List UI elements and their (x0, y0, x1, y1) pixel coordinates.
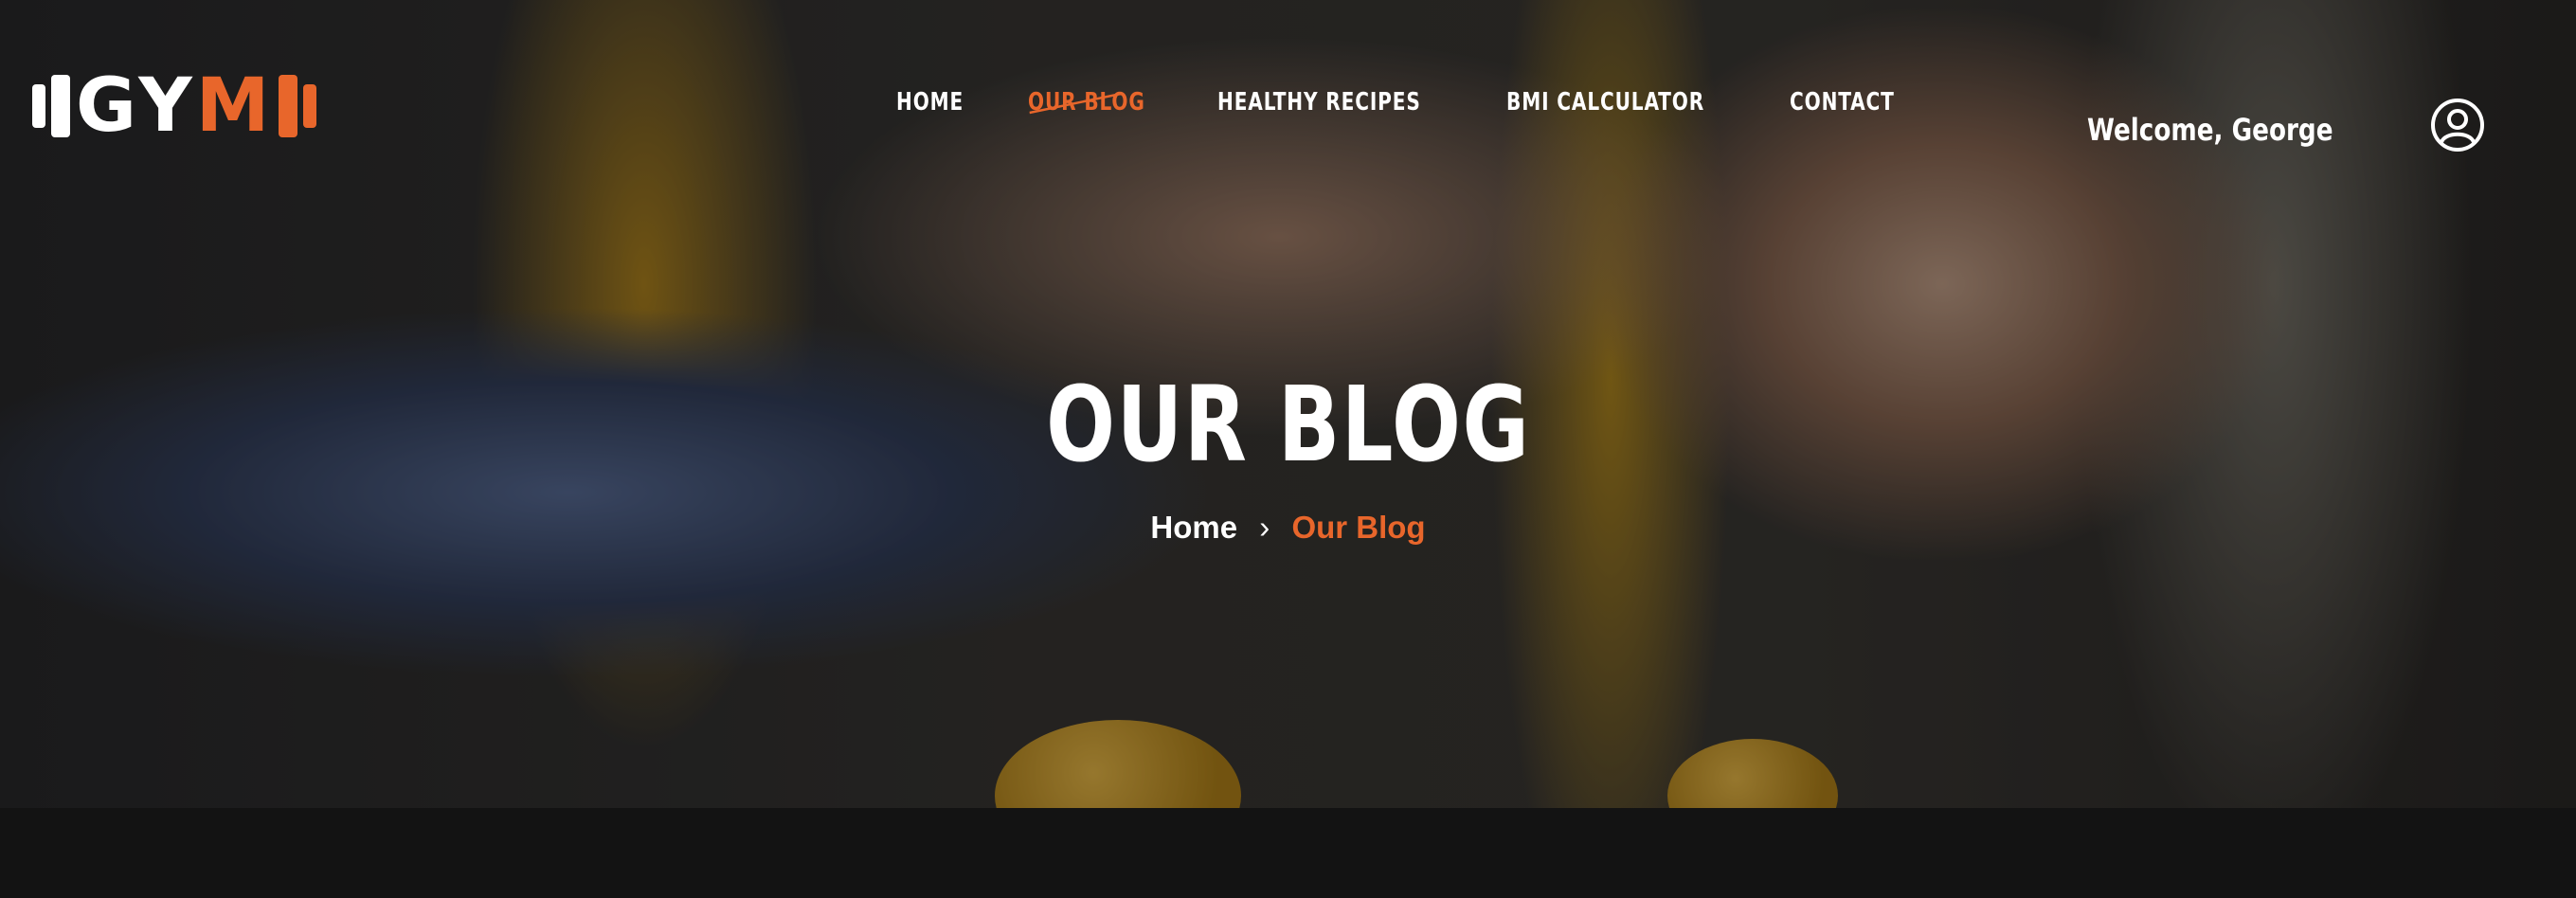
page-title: OUR BLOG (0, 368, 2576, 481)
logo-text: GYM (76, 63, 274, 149)
breadcrumb-home[interactable]: Home (1150, 510, 1237, 545)
main-nav: HOME OUR BLOG HEALTHY RECIPES BMI CALCUL… (896, 88, 1912, 117)
dumbbell-plate-icon (32, 84, 45, 128)
breadcrumb-current: Our Blog (1291, 510, 1426, 545)
welcome-text: Welcome, George (2087, 112, 2333, 148)
chevron-right-icon: › (1259, 510, 1270, 545)
dumbbell-plate-icon (51, 75, 70, 137)
breadcrumb: Home › Our Blog (0, 510, 2576, 546)
dumbbell-plate-icon (303, 84, 317, 128)
gym-logo[interactable]: GYM (32, 63, 317, 149)
nav-healthy-recipes[interactable]: HEALTHY RECIPES (1217, 88, 1421, 117)
nav-contact[interactable]: CONTACT (1790, 88, 1895, 117)
active-underline-icon (1029, 92, 1121, 115)
user-circle-icon[interactable] (2430, 98, 2485, 153)
dumbbell-plate-icon (279, 75, 298, 137)
page-title-text: OUR BLOG (1045, 364, 1531, 485)
nav-bmi-calculator[interactable]: BMI CALCULATOR (1506, 88, 1704, 117)
nav-our-blog[interactable]: OUR BLOG (1028, 88, 1145, 117)
nav-home[interactable]: HOME (896, 88, 964, 117)
